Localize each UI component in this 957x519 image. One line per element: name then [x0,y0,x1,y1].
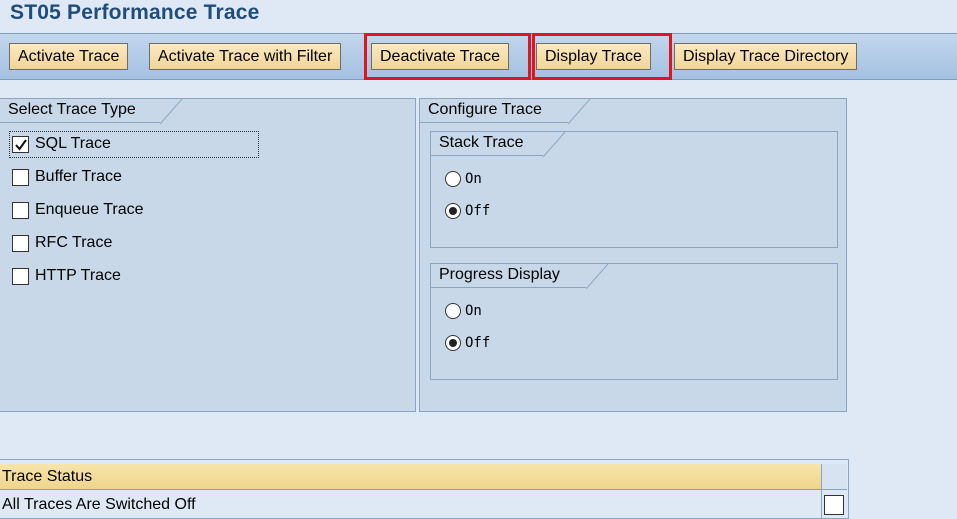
stack-trace-on-option[interactable]: On [445,167,482,191]
tab-slant [543,132,565,157]
trace-status-header: Trace Status [0,464,821,490]
activate-trace-button[interactable]: Activate Trace [9,43,129,70]
select-all-cell[interactable] [822,464,847,490]
trace-status-table: Trace Status All Traces Are Switched Off [0,459,849,519]
check-icon [15,138,27,151]
stack-trace-on-radio[interactable] [445,171,461,187]
progress-display-off-label: Off [465,335,491,351]
select-trace-type-title: Select Trace Type [8,101,136,118]
application-toolbar: Activate Trace Activate Trace with Filte… [0,33,957,80]
page-title: ST05 Performance Trace [10,1,260,24]
row-selector-column [821,464,847,519]
progress-display-off-radio[interactable] [445,335,461,351]
sql-trace-option[interactable]: SQL Trace [12,132,111,156]
buffer-trace-option[interactable]: Buffer Trace [12,165,122,189]
stack-trace-off-option[interactable]: Off [445,199,490,223]
progress-display-tab: Progress Display [431,264,608,289]
progress-display-on-option[interactable]: On [445,299,482,323]
stack-trace-off-label: Off [465,203,491,219]
configure-trace-panel: Configure Trace Stack Trace On Off Progr… [419,98,847,412]
select-trace-type-panel: Select Trace Type SQL Trace Buffer Trace… [0,98,416,412]
rfc-trace-option[interactable]: RFC Trace [12,231,112,255]
stack-trace-off-radio[interactable] [445,203,461,219]
stack-trace-group: Stack Trace On Off [430,131,838,248]
progress-display-on-radio[interactable] [445,303,461,319]
tab-slant [160,99,182,124]
tab-slant [586,264,608,289]
sql-trace-label: SQL Trace [35,135,111,152]
configure-trace-title: Configure Trace [428,101,542,118]
enqueue-trace-checkbox[interactable] [12,201,29,219]
enqueue-trace-option[interactable]: Enqueue Trace [12,198,144,222]
http-trace-label: HTTP Trace [35,267,121,284]
deactivate-trace-button[interactable]: Deactivate Trace [371,43,510,70]
progress-display-on-label: On [465,303,482,319]
row-selector[interactable] [824,495,844,515]
buffer-trace-label: Buffer Trace [35,168,122,185]
display-trace-directory-button[interactable]: Display Trace Directory [674,43,858,70]
configure-trace-tab: Configure Trace [420,99,590,124]
select-trace-type-tab: Select Trace Type [0,99,182,124]
tab-slant [568,99,590,124]
http-trace-checkbox[interactable] [12,267,29,285]
display-trace-button[interactable]: Display Trace [536,43,651,70]
rfc-trace-label: RFC Trace [35,234,113,251]
progress-display-title: Progress Display [439,266,560,283]
progress-display-group: Progress Display On Off [430,263,838,380]
http-trace-option[interactable]: HTTP Trace [12,264,121,288]
buffer-trace-checkbox[interactable] [12,168,29,186]
table-row: All Traces Are Switched Off [2,496,196,513]
stack-trace-on-label: On [465,171,482,187]
stack-trace-title: Stack Trace [439,134,524,151]
activate-trace-with-filter-button[interactable]: Activate Trace with Filter [149,43,342,70]
stack-trace-tab: Stack Trace [431,132,565,157]
enqueue-trace-label: Enqueue Trace [35,201,144,218]
sql-trace-checkbox[interactable] [12,135,29,153]
rfc-trace-checkbox[interactable] [12,234,29,252]
progress-display-off-option[interactable]: Off [445,331,490,355]
